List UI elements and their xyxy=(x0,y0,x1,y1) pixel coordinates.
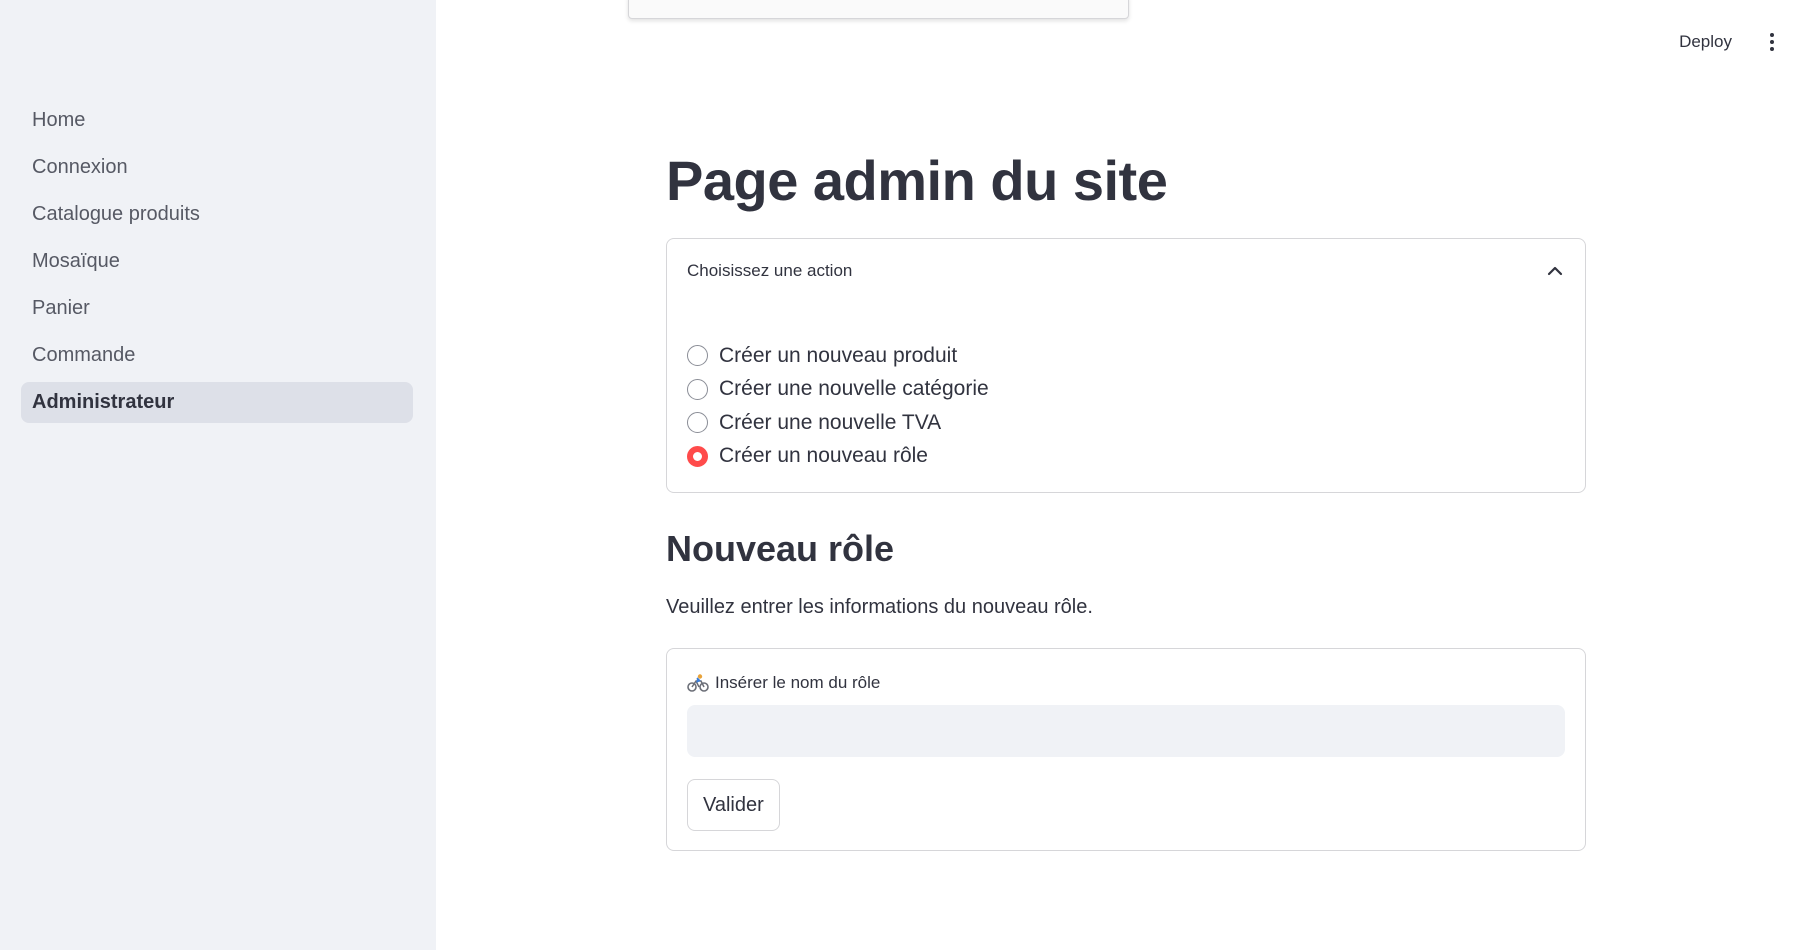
header-toolbar: Deploy xyxy=(1669,28,1784,56)
validate-button[interactable]: Valider xyxy=(687,779,780,831)
sidebar-item-catalogue-produits[interactable]: Catalogue produits xyxy=(21,194,413,235)
radio-label: Créer une nouvelle TVA xyxy=(719,410,942,434)
radio-label: Créer une nouvelle catégorie xyxy=(719,377,989,401)
sidebar-nav: Home Connexion Catalogue produits Mosaïq… xyxy=(21,100,413,429)
section-description: Veuillez entrer les informations du nouv… xyxy=(666,596,1093,618)
radio-button-selected[interactable] xyxy=(687,445,708,467)
section-title: Nouveau rôle xyxy=(666,528,895,569)
deploy-button[interactable]: Deploy xyxy=(1669,28,1742,56)
radio-option-nouvelle-categorie[interactable]: Créer une nouvelle catégorie xyxy=(687,373,989,407)
app-root: Home Connexion Catalogue produits Mosaïq… xyxy=(0,0,1808,950)
sidebar: Home Connexion Catalogue produits Mosaïq… xyxy=(0,0,436,950)
radio-button[interactable] xyxy=(687,378,708,400)
sidebar-item-home[interactable]: Home xyxy=(21,100,413,141)
radio-option-nouveau-role[interactable]: Créer un nouveau rôle xyxy=(687,440,989,474)
sidebar-item-commande[interactable]: Commande xyxy=(21,335,413,376)
role-name-label-text: Insérer le nom du rôle xyxy=(715,673,881,692)
radio-button[interactable] xyxy=(687,345,708,367)
sidebar-item-mosaique[interactable]: Mosaïque xyxy=(21,241,413,282)
chevron-up-icon[interactable] xyxy=(1545,261,1565,281)
kebab-menu-icon[interactable] xyxy=(1760,28,1784,56)
role-name-input[interactable] xyxy=(687,705,1565,757)
sidebar-item-connexion[interactable]: Connexion xyxy=(21,147,413,188)
radio-button[interactable] xyxy=(687,412,708,434)
role-name-label: Insérer le nom du rôle xyxy=(687,673,880,693)
expander-label: Choisissez une action xyxy=(687,261,853,280)
radio-option-nouveau-produit[interactable]: Créer un nouveau produit xyxy=(687,339,989,373)
bicyclist-icon xyxy=(687,674,709,692)
expander-header[interactable]: Choisissez une action xyxy=(667,239,1585,303)
action-expander: Choisissez une action Créer un nouveau p… xyxy=(666,238,1586,493)
radio-label: Créer un nouveau rôle xyxy=(719,444,928,468)
sidebar-item-administrateur[interactable]: Administrateur xyxy=(21,382,413,423)
top-popover-remnant xyxy=(628,0,1129,19)
radio-label: Créer un nouveau produit xyxy=(719,343,958,367)
new-role-form: Insérer le nom du rôle Valider xyxy=(666,648,1586,851)
action-radio-group: Créer un nouveau produit Créer une nouve… xyxy=(687,339,989,473)
sidebar-item-panier[interactable]: Panier xyxy=(21,288,413,329)
page-title: Page admin du site xyxy=(666,149,1168,212)
radio-option-nouvelle-tva[interactable]: Créer une nouvelle TVA xyxy=(687,406,989,440)
